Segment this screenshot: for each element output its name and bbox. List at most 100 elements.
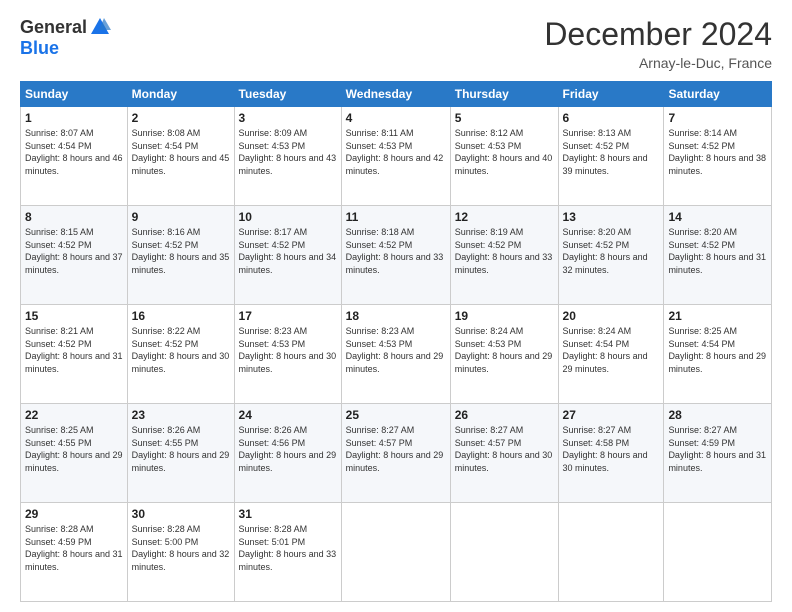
day-header: Tuesday (234, 82, 341, 107)
day-number: 26 (455, 408, 554, 422)
day-number: 23 (132, 408, 230, 422)
title-block: December 2024 Arnay-le-Duc, France (544, 16, 772, 71)
day-info: Sunrise: 8:13 AMSunset: 4:52 PMDaylight:… (563, 127, 660, 177)
calendar: SundayMondayTuesdayWednesdayThursdayFrid… (20, 81, 772, 602)
calendar-body: 1 Sunrise: 8:07 AMSunset: 4:54 PMDaylight… (21, 107, 772, 602)
location: Arnay-le-Duc, France (544, 55, 772, 71)
day-info: Sunrise: 8:20 AMSunset: 4:52 PMDaylight:… (563, 226, 660, 276)
calendar-week: 22 Sunrise: 8:25 AMSunset: 4:55 PMDayligh… (21, 404, 772, 503)
day-number: 12 (455, 210, 554, 224)
calendar-cell (341, 503, 450, 602)
calendar-cell: 18 Sunrise: 8:23 AMSunset: 4:53 PMDayligh… (341, 305, 450, 404)
calendar-week: 8 Sunrise: 8:15 AMSunset: 4:52 PMDaylight… (21, 206, 772, 305)
day-info: Sunrise: 8:25 AMSunset: 4:54 PMDaylight:… (668, 325, 767, 375)
day-info: Sunrise: 8:21 AMSunset: 4:52 PMDaylight:… (25, 325, 123, 375)
calendar-cell: 2 Sunrise: 8:08 AMSunset: 4:54 PMDaylight… (127, 107, 234, 206)
calendar-cell: 17 Sunrise: 8:23 AMSunset: 4:53 PMDayligh… (234, 305, 341, 404)
day-header: Friday (558, 82, 664, 107)
day-number: 19 (455, 309, 554, 323)
day-info: Sunrise: 8:24 AMSunset: 4:54 PMDaylight:… (563, 325, 660, 375)
day-number: 1 (25, 111, 123, 125)
day-info: Sunrise: 8:07 AMSunset: 4:54 PMDaylight:… (25, 127, 123, 177)
day-info: Sunrise: 8:24 AMSunset: 4:53 PMDaylight:… (455, 325, 554, 375)
month-title: December 2024 (544, 16, 772, 53)
day-number: 24 (239, 408, 337, 422)
day-number: 11 (346, 210, 446, 224)
day-number: 5 (455, 111, 554, 125)
day-info: Sunrise: 8:16 AMSunset: 4:52 PMDaylight:… (132, 226, 230, 276)
day-number: 22 (25, 408, 123, 422)
day-number: 9 (132, 210, 230, 224)
calendar-cell: 23Sunrise: 8:26 AMSunset: 4:55 PMDayligh… (127, 404, 234, 503)
day-info: Sunrise: 8:27 AMSunset: 4:58 PMDaylight:… (563, 424, 660, 474)
calendar-week: 15 Sunrise: 8:21 AMSunset: 4:52 PMDayligh… (21, 305, 772, 404)
calendar-cell (664, 503, 772, 602)
calendar-cell: 11 Sunrise: 8:18 AMSunset: 4:52 PMDayligh… (341, 206, 450, 305)
day-info: Sunrise: 8:20 AMSunset: 4:52 PMDaylight:… (668, 226, 767, 276)
calendar-cell: 30Sunrise: 8:28 AMSunset: 5:00 PMDayligh… (127, 503, 234, 602)
calendar-header: SundayMondayTuesdayWednesdayThursdayFrid… (21, 82, 772, 107)
day-number: 15 (25, 309, 123, 323)
day-info: Sunrise: 8:25 AMSunset: 4:55 PMDaylight:… (25, 424, 123, 474)
day-number: 13 (563, 210, 660, 224)
header: General Blue December 2024 Arnay-le-Duc,… (20, 16, 772, 71)
calendar-cell: 6 Sunrise: 8:13 AMSunset: 4:52 PMDaylight… (558, 107, 664, 206)
calendar-cell: 20Sunrise: 8:24 AMSunset: 4:54 PMDayligh… (558, 305, 664, 404)
day-info: Sunrise: 8:23 AMSunset: 4:53 PMDaylight:… (346, 325, 446, 375)
calendar-cell: 12Sunrise: 8:19 AMSunset: 4:52 PMDayligh… (450, 206, 558, 305)
day-header: Wednesday (341, 82, 450, 107)
day-info: Sunrise: 8:14 AMSunset: 4:52 PMDaylight:… (668, 127, 767, 177)
day-number: 8 (25, 210, 123, 224)
calendar-cell: 25Sunrise: 8:27 AMSunset: 4:57 PMDayligh… (341, 404, 450, 503)
day-header: Sunday (21, 82, 128, 107)
day-number: 27 (563, 408, 660, 422)
day-number: 6 (563, 111, 660, 125)
day-header: Saturday (664, 82, 772, 107)
calendar-cell: 8 Sunrise: 8:15 AMSunset: 4:52 PMDaylight… (21, 206, 128, 305)
day-info: Sunrise: 8:08 AMSunset: 4:54 PMDaylight:… (132, 127, 230, 177)
day-number: 10 (239, 210, 337, 224)
day-header: Thursday (450, 82, 558, 107)
day-info: Sunrise: 8:12 AMSunset: 4:53 PMDaylight:… (455, 127, 554, 177)
day-info: Sunrise: 8:28 AMSunset: 4:59 PMDaylight:… (25, 523, 123, 573)
day-info: Sunrise: 8:22 AMSunset: 4:52 PMDaylight:… (132, 325, 230, 375)
calendar-cell (450, 503, 558, 602)
day-info: Sunrise: 8:27 AMSunset: 4:57 PMDaylight:… (455, 424, 554, 474)
calendar-cell: 1 Sunrise: 8:07 AMSunset: 4:54 PMDaylight… (21, 107, 128, 206)
day-number: 29 (25, 507, 123, 521)
calendar-cell: 7Sunrise: 8:14 AMSunset: 4:52 PMDaylight… (664, 107, 772, 206)
calendar-cell: 22 Sunrise: 8:25 AMSunset: 4:55 PMDayligh… (21, 404, 128, 503)
page: General Blue December 2024 Arnay-le-Duc,… (0, 0, 792, 612)
calendar-cell: 26 Sunrise: 8:27 AMSunset: 4:57 PMDayligh… (450, 404, 558, 503)
calendar-cell: 3Sunrise: 8:09 AMSunset: 4:53 PMDaylight… (234, 107, 341, 206)
calendar-week: 29 Sunrise: 8:28 AMSunset: 4:59 PMDayligh… (21, 503, 772, 602)
day-info: Sunrise: 8:18 AMSunset: 4:52 PMDaylight:… (346, 226, 446, 276)
day-number: 17 (239, 309, 337, 323)
day-info: Sunrise: 8:27 AMSunset: 4:59 PMDaylight:… (668, 424, 767, 474)
day-number: 2 (132, 111, 230, 125)
logo: General Blue (20, 16, 111, 59)
calendar-cell: 16 Sunrise: 8:22 AMSunset: 4:52 PMDayligh… (127, 305, 234, 404)
day-number: 28 (668, 408, 767, 422)
day-info: Sunrise: 8:11 AMSunset: 4:53 PMDaylight:… (346, 127, 446, 177)
calendar-week: 1 Sunrise: 8:07 AMSunset: 4:54 PMDaylight… (21, 107, 772, 206)
day-info: Sunrise: 8:17 AMSunset: 4:52 PMDaylight:… (239, 226, 337, 276)
calendar-cell: 21Sunrise: 8:25 AMSunset: 4:54 PMDayligh… (664, 305, 772, 404)
day-number: 31 (239, 507, 337, 521)
day-number: 16 (132, 309, 230, 323)
logo-icon (89, 16, 111, 38)
calendar-cell: 14Sunrise: 8:20 AMSunset: 4:52 PMDayligh… (664, 206, 772, 305)
calendar-cell: 31 Sunrise: 8:28 AMSunset: 5:01 PMDayligh… (234, 503, 341, 602)
logo-general: General (20, 17, 87, 38)
day-number: 4 (346, 111, 446, 125)
day-info: Sunrise: 8:28 AMSunset: 5:01 PMDaylight:… (239, 523, 337, 573)
day-info: Sunrise: 8:28 AMSunset: 5:00 PMDaylight:… (132, 523, 230, 573)
day-info: Sunrise: 8:23 AMSunset: 4:53 PMDaylight:… (239, 325, 337, 375)
calendar-cell: 27 Sunrise: 8:27 AMSunset: 4:58 PMDayligh… (558, 404, 664, 503)
calendar-cell (558, 503, 664, 602)
day-number: 18 (346, 309, 446, 323)
calendar-cell: 13 Sunrise: 8:20 AMSunset: 4:52 PMDayligh… (558, 206, 664, 305)
calendar-cell: 28 Sunrise: 8:27 AMSunset: 4:59 PMDayligh… (664, 404, 772, 503)
calendar-cell: 15 Sunrise: 8:21 AMSunset: 4:52 PMDayligh… (21, 305, 128, 404)
day-info: Sunrise: 8:15 AMSunset: 4:52 PMDaylight:… (25, 226, 123, 276)
